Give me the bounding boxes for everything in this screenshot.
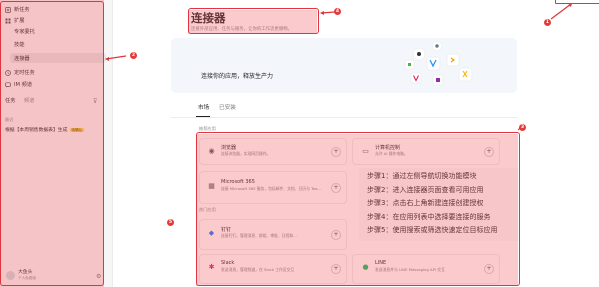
annotation-badge-5: 5 [167,219,174,226]
annotation-badge-1: 1 [544,19,551,26]
annotation-badge-2: 2 [130,52,137,59]
annotation-badge-4: 4 [334,8,341,15]
annotation-arrows [105,3,572,131]
annotation-badge-3: 3 [519,124,526,131]
